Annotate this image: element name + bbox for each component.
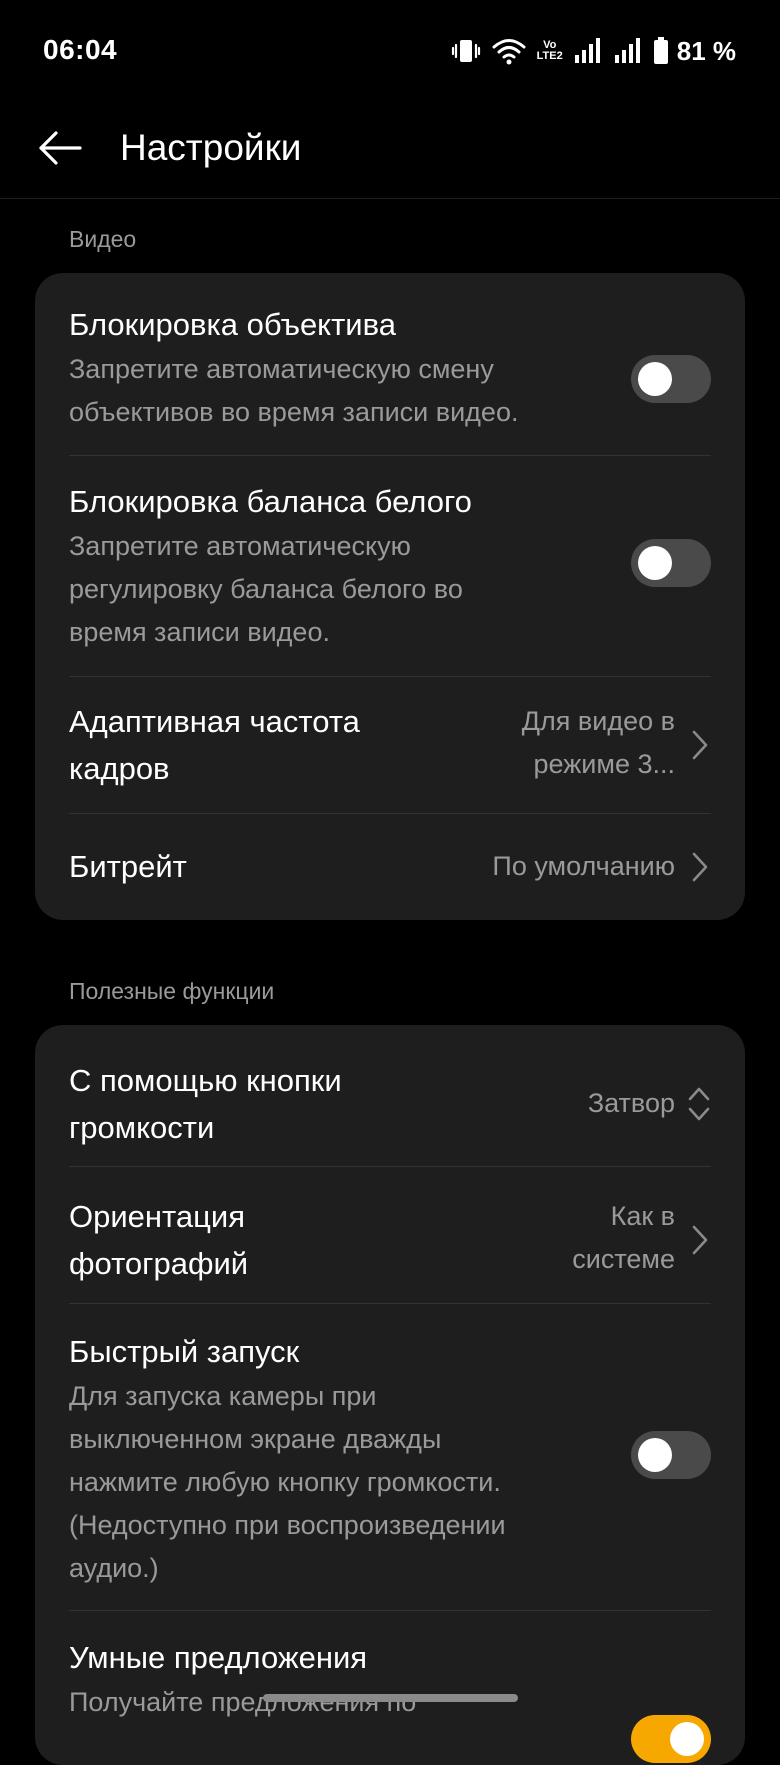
setting-description: Запретите автоматическую — [69, 531, 411, 561]
setting-description: выключенном экране дважды — [69, 1424, 442, 1454]
setting-photo-orientation[interactable]: Ориентация фотографий Как в системе — [69, 1193, 711, 1287]
divider — [69, 1610, 711, 1611]
status-bar: 06:04 Vo LTE2 81 % — [0, 0, 780, 100]
setting-bitrate[interactable]: Битрейт По умолчанию — [69, 843, 711, 893]
setting-value: Затвор — [587, 1088, 675, 1118]
battery-percent: 81 % — [676, 35, 736, 66]
toggle-knob — [638, 362, 672, 396]
battery-icon — [653, 37, 668, 64]
signal-1-icon — [574, 38, 600, 63]
wifi-icon — [492, 39, 526, 65]
chevron-right-icon — [692, 730, 708, 760]
setting-value: Как в системе — [572, 1195, 675, 1281]
divider — [69, 1303, 711, 1304]
back-button[interactable] — [30, 118, 90, 178]
setting-adaptive-fps[interactable]: Адаптивная частота кадров Для видео в ре… — [69, 698, 711, 792]
chevron-updown-icon — [688, 1087, 710, 1121]
section-header-useful: Полезные функции — [69, 978, 275, 1004]
chevron-right-icon — [692, 852, 708, 882]
chevron-right-icon — [692, 1225, 708, 1255]
section-header-video: Видео — [69, 226, 137, 252]
smart-suggestions-toggle[interactable] — [631, 1715, 711, 1763]
app-bar: Настройки — [0, 100, 780, 199]
volte-indicator: Vo LTE2 — [537, 40, 563, 62]
home-indicator[interactable] — [263, 1694, 518, 1702]
setting-description: объективов во время записи видео. — [69, 397, 519, 427]
video-settings-card: Блокировка объектива Запретите автоматич… — [35, 273, 745, 920]
setting-description: время записи видео. — [69, 617, 330, 647]
setting-description: нажмите любую кнопку громкости. — [69, 1467, 501, 1497]
setting-description: регулировку баланса белого во — [69, 574, 463, 604]
status-time: 06:04 — [43, 34, 118, 65]
useful-settings-card: С помощью кнопки громкости Затвор Ориент… — [35, 1025, 745, 1765]
setting-wb-lock[interactable]: Блокировка баланса белого Запретите авто… — [69, 478, 711, 653]
setting-lens-lock[interactable]: Блокировка объектива Запретите автоматич… — [69, 301, 711, 431]
setting-description: (Недоступно при воспроизведении — [69, 1510, 506, 1540]
setting-title: Быстрый запуск — [69, 1334, 300, 1369]
quick-launch-toggle[interactable] — [631, 1431, 711, 1479]
setting-value-line: Как в — [610, 1201, 675, 1231]
volte-bottom-label: LTE2 — [536, 50, 563, 62]
setting-value: Для видео в режиме 3... — [522, 700, 675, 786]
setting-description: Запретите автоматическую смену — [69, 354, 494, 384]
setting-volume-button[interactable]: С помощью кнопки громкости Затвор — [69, 1057, 711, 1151]
setting-description: аудио.) — [69, 1553, 159, 1583]
setting-quick-launch[interactable]: Быстрый запуск Для запуска камеры при вы… — [69, 1328, 711, 1588]
setting-description: Получайте предложения по — [69, 1687, 417, 1717]
toggle-knob — [670, 1722, 704, 1756]
wb-lock-toggle[interactable] — [631, 539, 711, 587]
signal-2-icon — [614, 38, 640, 63]
back-arrow-icon — [39, 131, 82, 165]
status-icons: Vo LTE2 81 % — [451, 34, 736, 68]
divider — [69, 1166, 711, 1167]
setting-description: Для запуска камеры при — [69, 1381, 377, 1411]
lens-lock-toggle[interactable] — [631, 355, 711, 403]
setting-value-line: Для видео в — [521, 706, 675, 736]
setting-title: Блокировка объектива — [69, 307, 396, 342]
setting-value-line: режиме 3... — [533, 749, 675, 779]
setting-value: По умолчанию — [492, 851, 675, 881]
setting-title: Умные предложения — [69, 1640, 368, 1675]
vibrate-icon — [451, 40, 480, 62]
page-title: Настройки — [120, 127, 302, 168]
setting-value-line: системе — [572, 1244, 675, 1274]
setting-title: Блокировка баланса белого — [69, 484, 472, 519]
divider — [69, 676, 711, 677]
toggle-knob — [638, 546, 672, 580]
divider — [69, 813, 711, 814]
divider — [69, 455, 711, 456]
toggle-knob — [638, 1438, 672, 1472]
